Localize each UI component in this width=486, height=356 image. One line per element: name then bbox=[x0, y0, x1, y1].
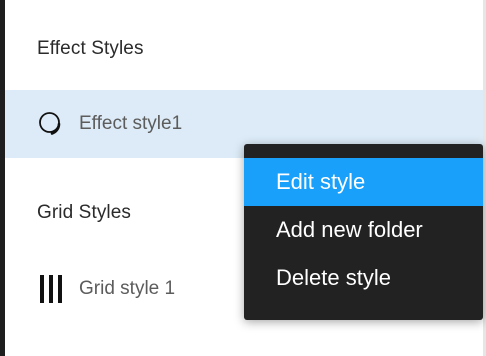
menu-item-edit-style[interactable]: Edit style bbox=[244, 158, 483, 206]
menu-item-delete-style[interactable]: Delete style bbox=[244, 254, 483, 302]
grid-style-label: Grid style 1 bbox=[79, 278, 176, 299]
grid-columns-icon bbox=[37, 275, 65, 303]
effect-drop-shadow-icon bbox=[37, 110, 65, 138]
effect-styles-header: Effect Styles bbox=[37, 38, 144, 59]
styles-panel: Effect Styles Effect style1 Grid Styles … bbox=[0, 0, 486, 356]
effect-style-label: Effect style1 bbox=[79, 113, 183, 134]
context-menu: Edit style Add new folder Delete style bbox=[244, 144, 483, 320]
grid-styles-header: Grid Styles bbox=[37, 202, 132, 223]
menu-item-add-new-folder[interactable]: Add new folder bbox=[244, 206, 483, 254]
